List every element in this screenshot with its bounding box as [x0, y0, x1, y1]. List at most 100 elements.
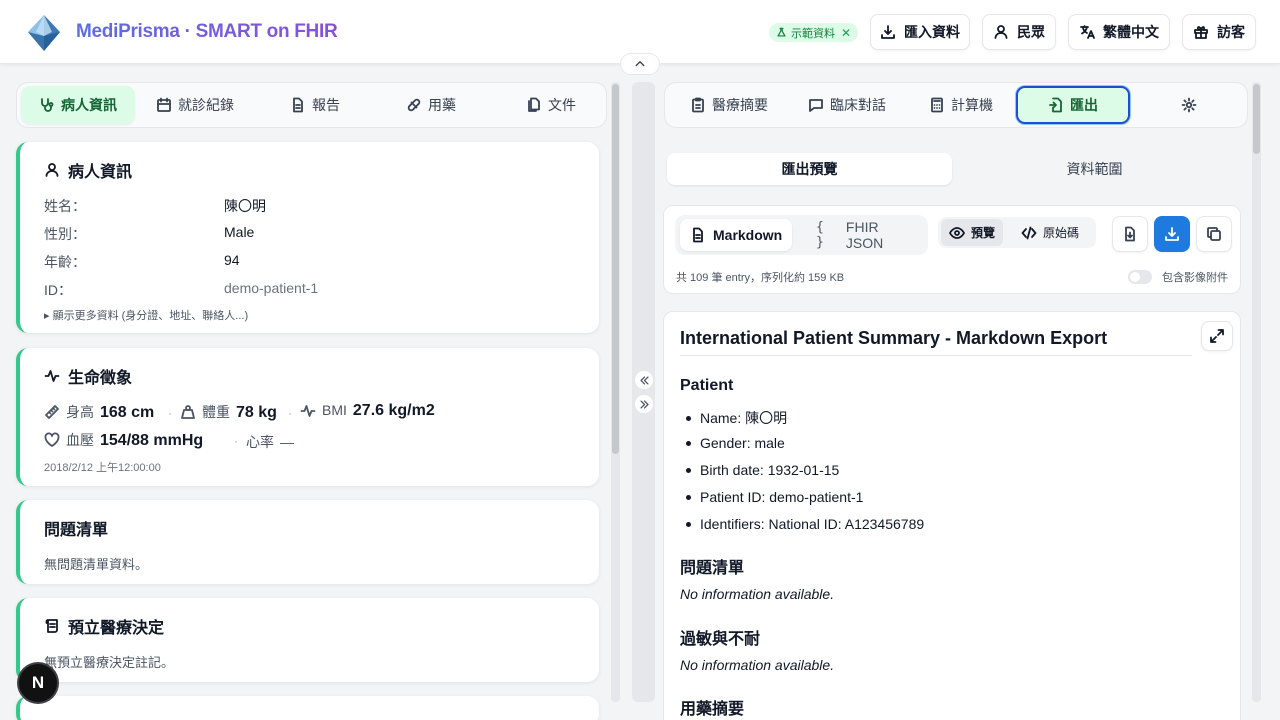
segment-data-scope[interactable]: 資料範圍: [952, 153, 1237, 185]
tab-documents[interactable]: 文件: [511, 86, 591, 124]
patient-card-title: 病人資訊: [44, 158, 132, 182]
download-icon: [1165, 227, 1179, 241]
close-badge-icon[interactable]: ✕: [841, 26, 851, 40]
copy-button[interactable]: [1196, 216, 1232, 252]
gift-icon: [1194, 26, 1208, 39]
view-preview[interactable]: 預覽: [941, 219, 1004, 246]
preview-title: International Patient Summary - Markdown…: [680, 328, 1108, 348]
tab-label: 臨床對話: [830, 97, 886, 113]
format-selector: Markdown { } FHIR JSON: [675, 215, 928, 255]
list-item-text: Identifiers: National ID: A123456789: [700, 516, 925, 532]
copy-icon: [1207, 227, 1221, 241]
height-vital: 身高 168 cm: [44, 402, 154, 422]
right-scrollbar[interactable]: [1252, 82, 1261, 702]
tab-medications[interactable]: 用藥: [391, 86, 471, 124]
problem-list-card: 問題清單 無問題清單資料。: [16, 500, 599, 584]
panel-splitter[interactable]: [632, 82, 655, 702]
vitals-card: 生命徵象 身高 168 cm · 體重 78 kg · BMI 27.6 kg/…: [16, 348, 599, 486]
list-item-text: Birth date: 1932-01-15: [700, 462, 840, 478]
tab-settings[interactable]: [1145, 86, 1233, 124]
name-value: 陳〇明: [224, 198, 266, 214]
include-images-toggle[interactable]: [1128, 270, 1152, 284]
tab-label: 病人資訊: [61, 97, 117, 113]
dev-tools-badge[interactable]: N: [19, 664, 57, 702]
gender-label: 性別：: [44, 226, 86, 242]
problems-text: No information available.: [680, 586, 835, 602]
expand-icon: [1210, 329, 1224, 343]
tab-patient-info[interactable]: 病人資訊: [21, 86, 135, 124]
patient-tabs: 病人資訊 就診紀錄 報告 用藥 文件: [16, 82, 607, 128]
view-source[interactable]: 原始碼: [1013, 219, 1087, 246]
tab-label: 匯出: [1070, 97, 1098, 113]
bp-value: 154/88 mmHg: [100, 432, 204, 449]
vitals-timestamp: 2018/2/12 上午12:00:00: [44, 462, 161, 474]
calculator-icon: [931, 97, 943, 113]
tab-medical-summary[interactable]: 醫療摘要: [675, 86, 783, 124]
id-value: demo-patient-1: [224, 280, 319, 296]
separator-dot: ·: [168, 406, 172, 420]
show-more-toggle[interactable]: ▸ 顯示更多資料 (身分證、地址、聯絡人...): [44, 307, 248, 323]
weight-label: 體重: [202, 404, 230, 420]
bp-label: 血壓: [66, 432, 94, 448]
segment-export-preview[interactable]: 匯出預覽: [667, 153, 952, 185]
height-label: 身高: [66, 404, 94, 420]
flask-icon: [777, 27, 786, 37]
id-label: ID：: [44, 282, 72, 298]
format-fhir-json[interactable]: { } FHIR JSON: [806, 219, 928, 251]
format-markdown[interactable]: Markdown: [680, 219, 793, 251]
list-item: Birth date: 1932-01-15: [686, 462, 839, 478]
patient-info-card: 病人資訊 姓名： 陳〇明 性別： Male 年齡： 94 ID： demo-pa…: [16, 142, 599, 333]
list-item-text: Gender: male: [700, 435, 785, 451]
left-scrollbar[interactable]: [611, 82, 620, 702]
list-item: Gender: male: [686, 435, 785, 451]
user-icon: [45, 163, 59, 177]
calendar-icon: [157, 97, 171, 112]
import-data-label: 匯入資料: [904, 24, 960, 40]
tab-calculator[interactable]: 計算機: [911, 86, 1011, 124]
bmi-label: BMI: [322, 402, 347, 418]
tab-label: 用藥: [428, 97, 456, 113]
list-item: Identifiers: National ID: A123456789: [686, 516, 924, 532]
title-divider: [680, 355, 1192, 356]
export-stats: 共 109 筆 entry，序列化約 159 KB: [676, 272, 845, 284]
advance-directive-card: 預立醫療決定 無預立醫療決定註記。: [16, 598, 599, 682]
activity-icon: [44, 370, 60, 382]
app-title: MediPrisma · SMART on FHIR: [76, 21, 338, 42]
tab-encounters[interactable]: 就診紀錄: [145, 86, 245, 124]
collapse-left-button[interactable]: [634, 370, 654, 390]
download-button[interactable]: [1154, 216, 1190, 252]
directive-card-title-text: 預立醫療決定: [68, 620, 165, 637]
language-button[interactable]: 繁體中文: [1068, 14, 1170, 50]
age-label: 年齡：: [44, 254, 86, 270]
collapse-right-button[interactable]: [634, 394, 654, 414]
next-card-partial: [16, 696, 599, 720]
allergies-heading: 過敏與不耐: [680, 631, 761, 648]
tab-export[interactable]: 匯出: [1016, 86, 1130, 124]
gender-value: Male: [224, 224, 255, 240]
markdown-preview: International Patient Summary - Markdown…: [663, 311, 1241, 720]
role-button[interactable]: 民眾: [982, 14, 1056, 50]
view-label: 預覽: [971, 226, 996, 240]
weight-value: 78 kg: [236, 404, 277, 421]
collapse-header-button[interactable]: [620, 53, 660, 75]
expand-preview-button[interactable]: [1201, 321, 1233, 351]
tab-reports[interactable]: 報告: [275, 86, 355, 124]
visitor-button[interactable]: 訪客: [1182, 14, 1256, 50]
tab-clinical-chat[interactable]: 臨床對話: [793, 86, 901, 124]
list-item-text: Name: 陳〇明: [700, 410, 788, 426]
format-label: FHIR JSON: [845, 219, 884, 251]
tab-label: 文件: [548, 97, 576, 113]
app-logo-icon: [28, 15, 60, 51]
age-value: 94: [224, 252, 240, 268]
translate-icon: [1080, 25, 1095, 39]
problems-heading: 問題清單: [680, 560, 745, 577]
save-file-button[interactable]: [1112, 216, 1148, 252]
import-data-button[interactable]: 匯入資料: [870, 14, 970, 50]
problem-card-title: 問題清單: [44, 522, 109, 539]
chevron-up-icon: [635, 61, 645, 67]
right-scrollbar-thumb[interactable]: [1253, 84, 1260, 154]
name-label: 姓名：: [44, 198, 86, 214]
role-label: 民眾: [1017, 24, 1045, 40]
ruler-icon: [45, 405, 59, 419]
left-scrollbar-thumb[interactable]: [612, 84, 619, 454]
